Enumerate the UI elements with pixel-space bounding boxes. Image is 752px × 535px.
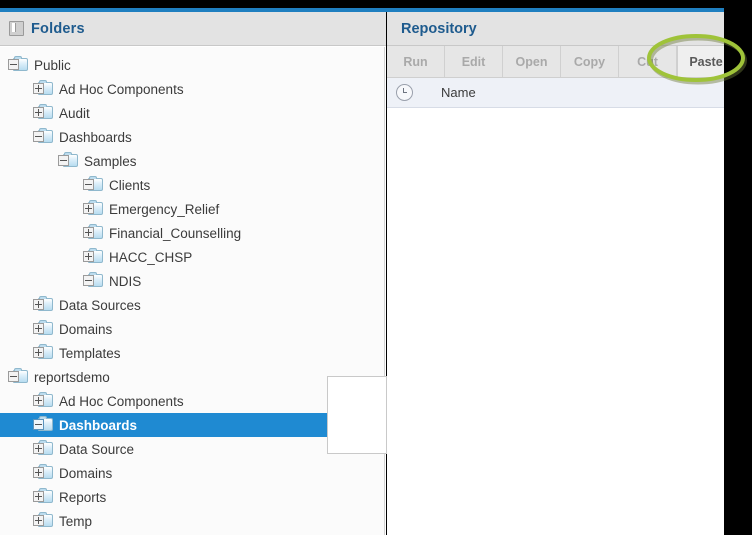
folder-icon xyxy=(33,392,53,409)
tree-item-label: Domains xyxy=(59,321,113,337)
folder-icon xyxy=(83,176,103,193)
folder-icon xyxy=(83,248,103,265)
tree-item-temp[interactable]: Temp xyxy=(0,509,384,533)
cut-button[interactable]: Cut xyxy=(619,46,677,77)
tree-item-label: Domains xyxy=(59,465,113,481)
folders-panel-header: Folders xyxy=(0,12,386,46)
folder-icon xyxy=(33,440,53,457)
folder-icon xyxy=(33,512,53,529)
tree-item-templates[interactable]: Templates xyxy=(0,341,384,365)
right-black-border xyxy=(724,0,752,535)
collapse-minus-icon[interactable] xyxy=(83,179,94,190)
folder-icon xyxy=(8,56,28,73)
repository-panel-title: Repository xyxy=(401,20,477,37)
collapse-minus-icon[interactable] xyxy=(83,275,94,286)
tree-item-reports[interactable]: Reports xyxy=(0,485,384,509)
open-button[interactable]: Open xyxy=(503,46,561,77)
expand-plus-icon[interactable] xyxy=(33,107,44,118)
tree-item-label: Reports xyxy=(59,489,107,505)
folder-icon xyxy=(33,416,53,433)
tree-item-label: Financial_Counselling xyxy=(109,225,242,241)
tree-item-label: Dashboards xyxy=(59,417,138,433)
clock-icon xyxy=(396,84,413,101)
tree-item-dashboards[interactable]: Dashboards xyxy=(0,125,384,149)
folder-icon xyxy=(33,344,53,361)
tree-item-financial-counselling[interactable]: Financial_Counselling xyxy=(0,221,384,245)
expand-plus-icon[interactable] xyxy=(83,227,94,238)
folder-icon xyxy=(83,200,103,217)
tree-item-audit[interactable]: Audit xyxy=(0,101,384,125)
tree-item-domains[interactable]: Domains xyxy=(0,317,384,341)
run-button[interactable]: Run xyxy=(387,46,445,77)
copy-button[interactable]: Copy xyxy=(561,46,619,77)
expand-plus-icon[interactable] xyxy=(33,467,44,478)
tree-item-label: NDIS xyxy=(109,273,142,289)
tree-item-clients[interactable]: Clients xyxy=(0,173,384,197)
collapse-minus-icon[interactable] xyxy=(33,131,44,142)
expand-plus-icon[interactable] xyxy=(33,347,44,358)
folders-panel-title: Folders xyxy=(31,20,85,37)
tree-item-samples[interactable]: Samples xyxy=(0,149,384,173)
tree-item-label: Templates xyxy=(59,345,121,361)
expand-plus-icon[interactable] xyxy=(33,299,44,310)
tree-item-label: Data Sources xyxy=(59,297,141,313)
folder-icon xyxy=(33,104,53,121)
expand-plus-icon[interactable] xyxy=(33,395,44,406)
tree-item-label: Emergency_Relief xyxy=(109,201,220,217)
expand-plus-icon[interactable] xyxy=(83,203,94,214)
tree-item-label: Audit xyxy=(59,105,90,121)
tree-item-label: Dashboards xyxy=(59,129,132,145)
tree-item-ndis[interactable]: NDIS xyxy=(0,269,384,293)
collapse-minus-icon[interactable] xyxy=(8,371,19,382)
tree-item-data-sources[interactable]: Data Sources xyxy=(0,293,384,317)
top-black-border xyxy=(0,0,752,8)
folder-icon xyxy=(33,464,53,481)
panel-collapse-icon[interactable] xyxy=(9,21,24,36)
folder-icon xyxy=(33,296,53,313)
tree-item-label: Ad Hoc Components xyxy=(59,81,184,97)
tree-item-label: Temp xyxy=(59,513,93,529)
tree-item-label: Public xyxy=(34,57,71,73)
tree-item-emergency-relief[interactable]: Emergency_Relief xyxy=(0,197,384,221)
folder-tree[interactable]: Public Ad Hoc Components Audit Dashboards Sa… xyxy=(0,47,385,535)
folder-icon xyxy=(33,320,53,337)
folder-icon xyxy=(83,224,103,241)
tree-item-public[interactable]: Public xyxy=(0,53,384,77)
tree-item-domains[interactable]: Domains xyxy=(0,461,384,485)
expand-plus-icon[interactable] xyxy=(33,323,44,334)
repository-toolbar: Run Edit Open Copy Cut Paste xyxy=(387,46,735,78)
repository-column-header: Name xyxy=(387,78,724,108)
repository-list-body[interactable] xyxy=(387,109,724,535)
expand-plus-icon[interactable] xyxy=(33,443,44,454)
folder-icon xyxy=(83,272,103,289)
repository-panel-header: Repository xyxy=(387,12,724,46)
tree-item-label: Data Source xyxy=(59,441,135,457)
repository-panel: Repository Run Edit Open Copy Cut Paste Name xyxy=(387,12,735,535)
tree-item-ad-hoc-components[interactable]: Ad Hoc Components xyxy=(0,77,384,101)
partial-popup-box xyxy=(327,376,387,454)
application-window: Folders Public Ad Hoc Components Audit Dash… xyxy=(0,0,752,535)
collapse-minus-icon[interactable] xyxy=(58,155,69,166)
expand-plus-icon[interactable] xyxy=(83,251,94,262)
expand-plus-icon[interactable] xyxy=(33,491,44,502)
collapse-minus-icon[interactable] xyxy=(33,419,44,430)
folder-icon xyxy=(33,80,53,97)
column-header-name: Name xyxy=(441,85,476,100)
tree-item-hacc-chsp[interactable]: HACC_CHSP xyxy=(0,245,384,269)
tree-item-label: Clients xyxy=(109,177,151,193)
tree-item-label: Samples xyxy=(84,153,137,169)
tree-item-label: HACC_CHSP xyxy=(109,249,193,265)
folders-panel: Folders Public Ad Hoc Components Audit Dash… xyxy=(0,12,386,535)
collapse-minus-icon[interactable] xyxy=(8,59,19,70)
folder-icon xyxy=(58,152,78,169)
edit-button[interactable]: Edit xyxy=(445,46,503,77)
expand-plus-icon[interactable] xyxy=(33,515,44,526)
folder-icon xyxy=(33,488,53,505)
expand-plus-icon[interactable] xyxy=(33,83,44,94)
tree-item-label: Ad Hoc Components xyxy=(59,393,184,409)
folder-icon xyxy=(8,368,28,385)
folder-icon xyxy=(33,128,53,145)
tree-item-label: reportsdemo xyxy=(34,369,110,385)
